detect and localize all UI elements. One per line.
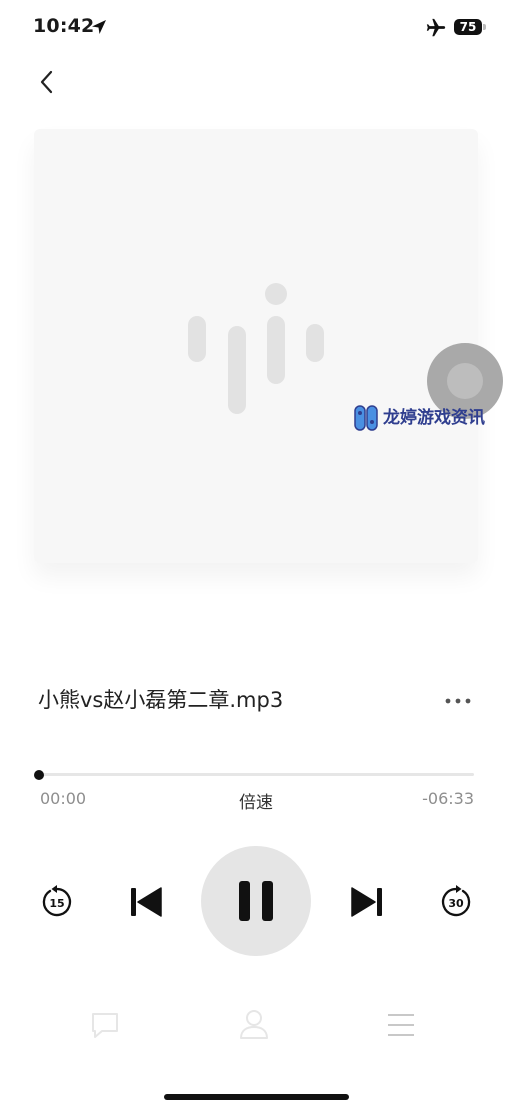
chevron-left-icon [40, 70, 53, 94]
rewind-15-icon: 15 [42, 885, 72, 917]
skip-next-icon [351, 887, 382, 917]
battery-indicator: 75 [454, 19, 482, 35]
comment-tab[interactable] [89, 1010, 121, 1040]
previous-track-button[interactable] [127, 884, 165, 920]
next-track-button[interactable] [348, 884, 386, 920]
person-icon [240, 1010, 268, 1039]
airplane-icon [426, 18, 446, 37]
status-time: 10:42 [33, 15, 95, 37]
more-options-button[interactable] [440, 686, 476, 716]
battery-tip [483, 24, 486, 30]
floating-button-core [447, 363, 483, 399]
audio-wave-icon [188, 283, 324, 414]
playlist-tab[interactable] [385, 1012, 417, 1038]
forward-30-button[interactable]: 30 [439, 884, 473, 920]
pause-icon [239, 881, 273, 921]
back-button[interactable] [32, 66, 64, 98]
elapsed-time: 00:00 [40, 789, 87, 808]
pause-button[interactable] [201, 846, 311, 956]
menu-icon [388, 1014, 414, 1036]
profile-tab[interactable] [237, 1008, 271, 1040]
progress-track[interactable] [38, 773, 474, 776]
home-indicator[interactable] [164, 1094, 349, 1100]
more-dots-icon [445, 698, 471, 704]
playback-speed-button[interactable]: 倍速 [226, 788, 286, 813]
game-controller-logo-icon [354, 405, 378, 431]
status-bar: 10:42 75 [0, 0, 513, 56]
location-arrow-icon [92, 20, 106, 34]
skip-previous-icon [131, 887, 162, 917]
track-title: 小熊vs赵小磊第二章.mp3 [38, 688, 284, 712]
comment-icon [92, 1013, 118, 1038]
forward-seconds: 30 [448, 897, 464, 910]
watermark-text: 龙婷游戏资讯 [383, 408, 485, 428]
remaining-time: -06:33 [422, 789, 474, 808]
forward-30-icon: 30 [441, 885, 471, 917]
watermark: 龙婷游戏资讯 [352, 402, 502, 432]
rewind-15-button[interactable]: 15 [40, 884, 74, 920]
battery-level: 75 [459, 20, 477, 34]
rewind-seconds: 15 [49, 897, 64, 910]
progress-thumb[interactable] [34, 770, 44, 780]
